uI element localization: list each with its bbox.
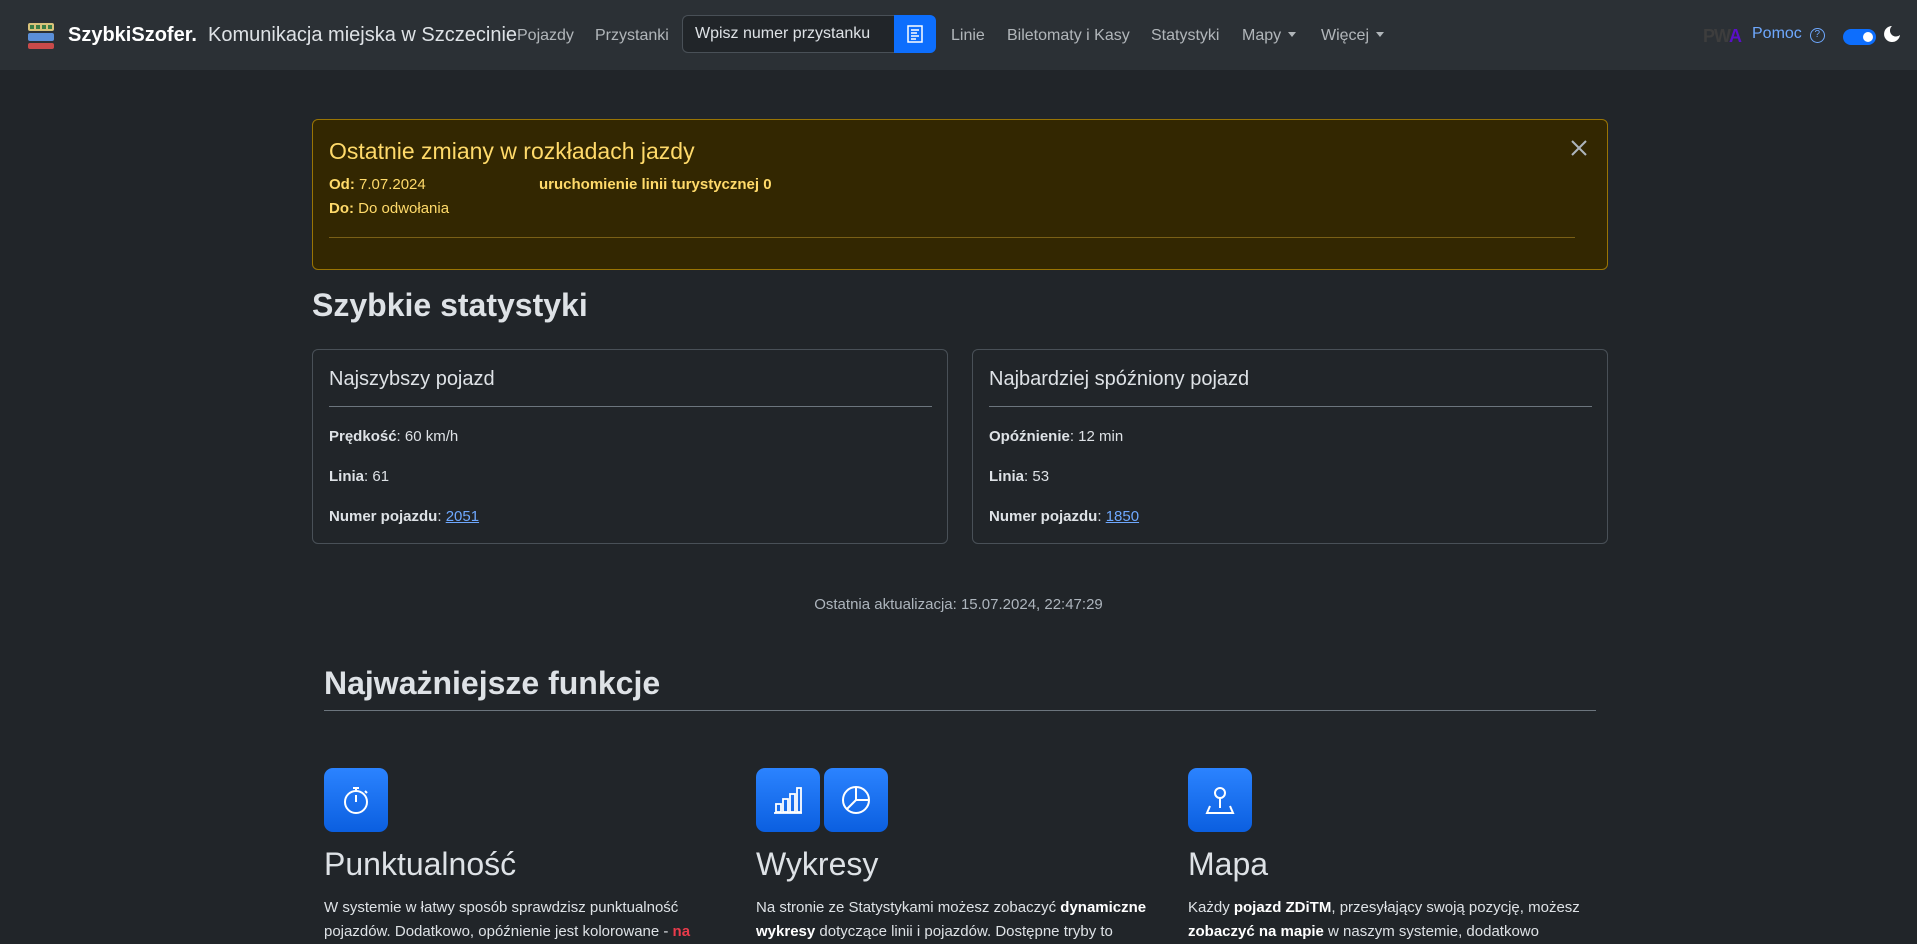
nav-link-lines[interactable]: Linie bbox=[951, 27, 985, 45]
timetable-changes-alert: Ostatnie zmiany w rozkładach jazdy Od: 7… bbox=[312, 119, 1608, 270]
charts-text: Na stronie ze Statystykami możesz zobacz… bbox=[756, 899, 1147, 940]
pwa-logo: PWA bbox=[1703, 26, 1742, 46]
charts-feature-icon-2 bbox=[824, 768, 888, 832]
map-feature-icon bbox=[1188, 768, 1252, 832]
card-divider bbox=[989, 406, 1592, 407]
app-logo-icon[interactable] bbox=[26, 21, 56, 51]
help-link-label: Pomoc bbox=[1752, 25, 1802, 42]
nav-link-stops[interactable]: Przystanki bbox=[595, 27, 669, 45]
vehicle-number-row: Numer pojazdu: 1850 bbox=[989, 508, 1140, 525]
theme-toggle[interactable] bbox=[1843, 29, 1876, 45]
stopwatch-icon bbox=[344, 787, 368, 814]
charts-feature-icon bbox=[756, 768, 820, 832]
chevron-down-icon bbox=[1288, 32, 1297, 37]
last-update-text: Ostatnia aktualizacja: 15.07.2024, 22:47… bbox=[814, 596, 1103, 613]
nav-dropdown-maps-label: Mapy bbox=[1242, 27, 1282, 44]
stop-search bbox=[682, 15, 936, 53]
alert-divider bbox=[329, 237, 1575, 238]
nav-link-vehicles[interactable]: Pojazdy bbox=[517, 27, 574, 45]
line-row: Linia: 61 bbox=[329, 468, 390, 485]
nav-dropdown-more-label: Więcej bbox=[1321, 27, 1370, 44]
pie-chart-icon bbox=[842, 786, 870, 814]
alert-description: uruchomienie linii turystycznej 0 bbox=[539, 176, 772, 193]
punctuality-feature-icon bbox=[324, 768, 388, 832]
punctuality-heading: Punktualność bbox=[324, 846, 517, 882]
top-navbar: SzybkiSzofer. Komunikacja miejska w Szcz… bbox=[0, 0, 1917, 70]
alert-to-value: Do odwołania bbox=[358, 200, 450, 217]
vehicle-number-row: Numer pojazdu: 2051 bbox=[329, 508, 480, 525]
moon-icon bbox=[1884, 26, 1900, 42]
features-title: Najważniejsze funkcje bbox=[324, 665, 661, 701]
nav-link-statistics[interactable]: Statystyki bbox=[1151, 27, 1219, 45]
alert-to-label: Do: bbox=[329, 200, 354, 217]
map-pin-icon bbox=[1205, 787, 1235, 814]
nav-link-ticket-machines[interactable]: Biletomaty i Kasy bbox=[1007, 27, 1130, 45]
card-title: Najszybszy pojazd bbox=[329, 368, 495, 390]
help-link[interactable]: Pomoc? bbox=[1752, 25, 1825, 43]
alert-from-label: Od: bbox=[329, 176, 355, 193]
search-icon bbox=[907, 25, 923, 43]
charts-heading: Wykresy bbox=[756, 846, 879, 882]
delay-row: Opóźnienie: 12 min bbox=[989, 428, 1124, 445]
speed-row: Prędkość: 60 km/h bbox=[329, 428, 459, 445]
vehicle-number-link[interactable]: 1850 bbox=[1106, 508, 1139, 525]
map-text: Każdy pojazd ZDiTM, przesyłający swoją p… bbox=[1188, 899, 1580, 940]
quick-stats-title: Szybkie statystyki bbox=[312, 287, 588, 323]
most-delayed-vehicle-card: Najbardziej spóźniony pojazd Opóźnienie:… bbox=[972, 349, 1608, 544]
brand-name[interactable]: SzybkiSzofer. bbox=[68, 24, 197, 47]
brand-subtitle: Komunikacja miejska w Szczecinie bbox=[208, 24, 518, 46]
line-row: Linia: 53 bbox=[989, 468, 1050, 485]
search-button[interactable] bbox=[894, 15, 936, 53]
features-divider bbox=[324, 710, 1596, 711]
alert-title: Ostatnie zmiany w rozkładach jazdy bbox=[329, 138, 695, 164]
nav-dropdown-more[interactable]: Więcej bbox=[1321, 27, 1385, 45]
alert-from-value: 7.07.2024 bbox=[359, 176, 426, 193]
chevron-down-icon bbox=[1376, 32, 1385, 37]
help-icon: ? bbox=[1809, 28, 1825, 43]
fastest-vehicle-card: Najszybszy pojazd Prędkość: 60 km/h Lini… bbox=[312, 349, 948, 544]
card-divider bbox=[329, 406, 932, 407]
map-heading: Mapa bbox=[1188, 846, 1269, 882]
punctuality-text: W systemie w łatwy sposób sprawdzisz pun… bbox=[324, 899, 691, 940]
vehicle-number-link[interactable]: 2051 bbox=[446, 508, 479, 525]
close-icon[interactable] bbox=[1570, 139, 1588, 157]
card-title: Najbardziej spóźniony pojazd bbox=[989, 368, 1250, 390]
stop-search-input[interactable] bbox=[682, 15, 894, 53]
alert-from: Od: 7.07.2024 bbox=[329, 176, 426, 193]
nav-dropdown-maps[interactable]: Mapy bbox=[1242, 27, 1297, 45]
alert-to: Do: Do odwołania bbox=[329, 200, 449, 217]
bar-chart-icon bbox=[774, 787, 802, 814]
